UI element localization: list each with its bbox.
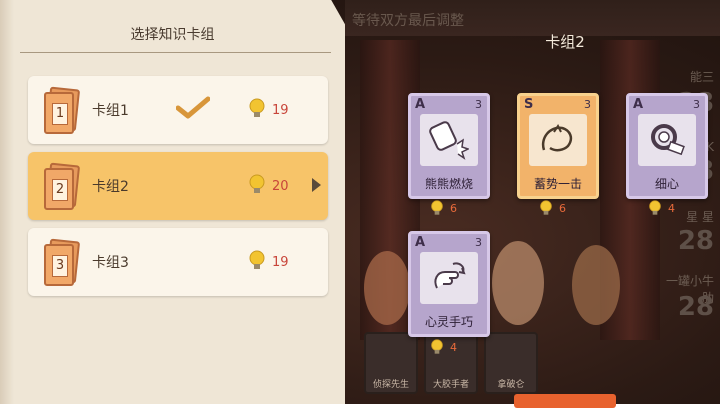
deck-icon: 1 — [44, 86, 81, 134]
card-cost: 6 — [539, 200, 579, 216]
bulb-icon — [539, 200, 553, 221]
card-name: 熊熊燃烧 — [424, 177, 473, 191]
hand-icon — [420, 252, 478, 304]
card-cost: 4 — [648, 200, 688, 216]
confirm-button[interactable] — [514, 394, 616, 408]
power-strike-icon — [529, 114, 587, 166]
card-name: 蓄势一击 — [533, 177, 582, 191]
card-cost-value: 4 — [450, 341, 457, 354]
card-level: 3 — [584, 98, 591, 111]
card-name: 细心 — [654, 177, 679, 191]
banner-text: 等待双方最后调整 — [352, 13, 464, 29]
knowledge-card[interactable]: S 3 蓄势一击 — [517, 93, 599, 199]
card-level: 3 — [693, 98, 700, 111]
card-level: 3 — [475, 236, 482, 249]
deck-row-3[interactable]: 3 卡组3 19 — [28, 228, 328, 296]
stat-value: 28 — [677, 292, 714, 322]
card-rank: S — [524, 97, 534, 112]
card-cost: 4 — [430, 339, 470, 355]
card-cost-value: 6 — [559, 202, 566, 215]
deck-number: 3 — [52, 255, 68, 277]
deck-cost: 19 — [272, 255, 289, 270]
card-cost-value: 4 — [668, 202, 675, 215]
knowledge-card[interactable]: A 3 熊熊燃烧 — [408, 93, 490, 199]
deck-cost: 20 — [272, 179, 289, 194]
stage-characters — [362, 225, 622, 335]
panel-title: 选择知识卡组 — [130, 27, 215, 43]
card-level: 3 — [475, 98, 482, 111]
character-slot[interactable]: 拿破仑 — [484, 332, 538, 394]
deck-cost: 19 — [272, 103, 289, 118]
deck-number: 1 — [52, 103, 68, 125]
bulb-icon — [248, 98, 266, 124]
bulb-icon — [430, 339, 444, 360]
deck-row-2[interactable]: 2 卡组2 20 — [28, 152, 328, 220]
stat-label: 能三 — [689, 70, 714, 84]
bulb-icon — [248, 174, 266, 200]
fire-extinguisher-icon — [420, 114, 478, 166]
divider — [20, 52, 331, 53]
deck-name: 卡组3 — [92, 255, 129, 271]
stat-label: 星 星 — [686, 210, 714, 224]
knowledge-card[interactable]: A 3 细心 — [626, 93, 708, 199]
bulb-icon — [430, 200, 444, 221]
deck-title: 卡组2 — [545, 33, 585, 51]
knowledge-card[interactable]: A 3 心灵手巧 — [408, 231, 490, 337]
deck-icon: 3 — [44, 238, 81, 286]
tape-icon — [638, 114, 696, 166]
card-name: 心灵手巧 — [424, 315, 473, 329]
deck-row-1[interactable]: 1 卡组1 19 — [28, 76, 328, 144]
bulb-icon — [248, 250, 266, 276]
card-rank: A — [415, 235, 426, 250]
deck-name: 卡组1 — [92, 103, 129, 119]
character-name: 侦探先生 — [372, 380, 409, 390]
card-rank: A — [415, 97, 426, 112]
card-rank: A — [633, 97, 644, 112]
bulb-icon — [648, 200, 662, 221]
deck-icon: 2 — [44, 162, 81, 210]
character-name: 大胶手者 — [432, 380, 469, 390]
deck-name: 卡组2 — [92, 179, 129, 195]
card-cost-value: 6 — [450, 202, 457, 215]
deck-select-panel: 选择知识卡组 1 卡组1 19 2 卡组2 20 3 卡组3 19 — [0, 0, 345, 404]
character-name: 拿破仑 — [497, 380, 525, 390]
card-cost: 6 — [430, 200, 470, 216]
character-slot[interactable]: 侦探先生 — [364, 332, 418, 394]
deck-number: 2 — [52, 179, 68, 201]
stat-value: 28 — [677, 226, 714, 256]
arrow-right-icon — [312, 178, 321, 192]
check-icon — [175, 96, 211, 124]
